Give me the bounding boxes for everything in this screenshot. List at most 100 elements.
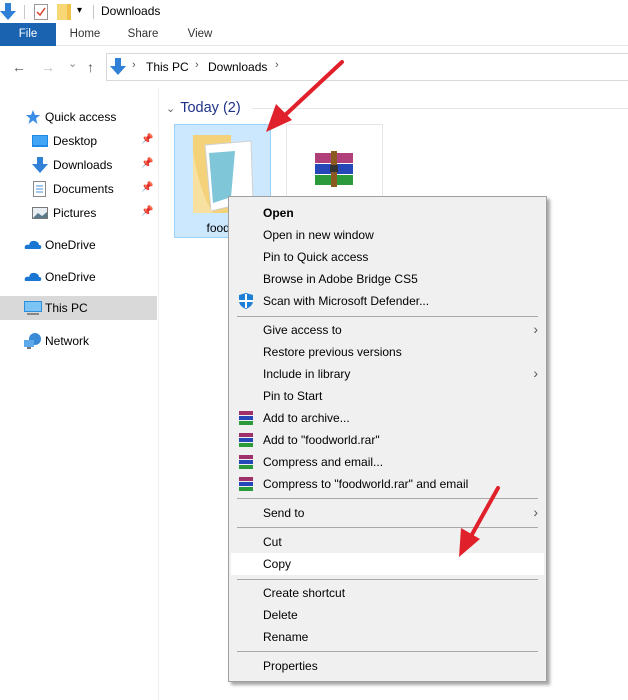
properties-icon[interactable] bbox=[34, 4, 48, 23]
downloads-location-icon bbox=[110, 58, 126, 79]
ribbon-tabs: File Home Share View bbox=[0, 23, 628, 46]
sidebar-item-network[interactable]: Network bbox=[0, 329, 157, 353]
forward-button[interactable]: → bbox=[41, 59, 55, 75]
sidebar-label: Quick access bbox=[45, 110, 117, 124]
menu-item-label: Include in library bbox=[263, 367, 351, 381]
chevron-down-icon[interactable]: ⌄ bbox=[166, 102, 175, 115]
customize-dropdown-icon[interactable]: ▾ bbox=[77, 5, 82, 16]
breadcrumb-separator[interactable]: › bbox=[275, 59, 279, 71]
sidebar-item-this-pc[interactable]: This PC bbox=[0, 296, 157, 320]
documents-icon bbox=[33, 181, 49, 197]
breadcrumb-this-pc[interactable]: This PC bbox=[146, 60, 189, 74]
menu-item-label: Open bbox=[263, 206, 294, 220]
menu-item-add-archive[interactable]: Add to archive... bbox=[231, 407, 544, 429]
menu-item-pin-start[interactable]: Pin to Start bbox=[231, 385, 544, 407]
breadcrumb-separator[interactable]: › bbox=[195, 59, 199, 71]
menu-separator bbox=[237, 651, 538, 652]
winrar-archive-icon bbox=[313, 151, 357, 190]
chevron-right-icon: › bbox=[533, 504, 538, 520]
up-button[interactable]: ↑ bbox=[87, 59, 94, 75]
menu-item-label: Add to "foodworld.rar" bbox=[263, 433, 380, 447]
menu-item-label: Delete bbox=[263, 608, 298, 622]
menu-item-compress-email[interactable]: Compress and email... bbox=[231, 451, 544, 473]
pin-icon: 📌 bbox=[141, 158, 154, 169]
sidebar-label: OneDrive bbox=[45, 238, 96, 252]
menu-item-pin-quick-access[interactable]: Pin to Quick access bbox=[231, 246, 544, 268]
pin-icon: 📌 bbox=[141, 134, 154, 145]
menu-item-rename[interactable]: Rename bbox=[231, 626, 544, 648]
sidebar-item-onedrive-2[interactable]: OneDrive bbox=[0, 265, 157, 289]
tab-file[interactable]: File bbox=[0, 23, 56, 46]
menu-item-send-to[interactable]: Send to › bbox=[231, 502, 544, 524]
menu-separator bbox=[237, 579, 538, 580]
breadcrumb-separator[interactable]: › bbox=[132, 59, 136, 71]
window-title: Downloads bbox=[101, 4, 161, 18]
sidebar-item-quick-access[interactable]: Quick access bbox=[0, 105, 157, 129]
network-icon bbox=[24, 333, 41, 349]
onedrive-icon bbox=[24, 269, 42, 285]
pictures-icon bbox=[32, 205, 48, 221]
winrar-icon bbox=[238, 432, 254, 448]
menu-item-give-access[interactable]: Give access to › bbox=[231, 319, 544, 341]
menu-item-label: Give access to bbox=[263, 323, 342, 337]
tab-home[interactable]: Home bbox=[62, 23, 108, 46]
new-folder-icon[interactable] bbox=[57, 4, 71, 23]
menu-item-label: Browse in Adobe Bridge CS5 bbox=[263, 272, 418, 286]
sidebar-label: This PC bbox=[45, 301, 88, 315]
navigation-pane: Quick access Desktop 📌 Downloads 📌 Docum… bbox=[0, 96, 157, 700]
sidebar-label: Pictures bbox=[53, 206, 97, 220]
winrar-icon bbox=[238, 410, 254, 426]
winrar-icon bbox=[238, 476, 254, 492]
group-divider bbox=[252, 108, 628, 109]
toolbar-divider bbox=[93, 5, 94, 19]
menu-item-label: Add to archive... bbox=[263, 411, 350, 425]
menu-item-label: Create shortcut bbox=[263, 586, 346, 600]
menu-item-add-foodworld-rar[interactable]: Add to "foodworld.rar" bbox=[231, 429, 544, 451]
menu-item-adobe-bridge[interactable]: Browse in Adobe Bridge CS5 bbox=[231, 268, 544, 290]
menu-item-delete[interactable]: Delete bbox=[231, 604, 544, 626]
address-bar[interactable]: › This PC › Downloads › bbox=[106, 53, 628, 81]
menu-item-open-new-window[interactable]: Open in new window bbox=[231, 224, 544, 246]
sidebar-label: OneDrive bbox=[45, 270, 96, 284]
sidebar-label: Desktop bbox=[53, 134, 98, 148]
menu-item-copy[interactable]: Copy bbox=[231, 553, 544, 575]
menu-separator bbox=[237, 527, 538, 528]
menu-item-include-library[interactable]: Include in library › bbox=[231, 363, 544, 385]
sidebar-item-pictures[interactable]: Pictures 📌 bbox=[0, 201, 157, 225]
sidebar-item-desktop[interactable]: Desktop 📌 bbox=[0, 129, 157, 153]
winrar-icon bbox=[238, 454, 254, 470]
sidebar-label: Network bbox=[45, 334, 90, 348]
menu-item-label: Cut bbox=[263, 535, 282, 549]
context-menu: Open Open in new window Pin to Quick acc… bbox=[228, 196, 547, 682]
breadcrumb-downloads[interactable]: Downloads bbox=[208, 60, 267, 74]
sidebar-item-downloads[interactable]: Downloads 📌 bbox=[0, 153, 157, 177]
sidebar-item-documents[interactable]: Documents 📌 bbox=[0, 177, 157, 201]
menu-item-label: Scan with Microsoft Defender... bbox=[263, 294, 430, 308]
menu-item-create-shortcut[interactable]: Create shortcut bbox=[231, 582, 544, 604]
menu-item-restore-versions[interactable]: Restore previous versions bbox=[231, 341, 544, 363]
menu-item-label: Pin to Quick access bbox=[263, 250, 369, 264]
back-button[interactable]: ← bbox=[12, 59, 26, 75]
pin-icon: 📌 bbox=[141, 182, 154, 193]
menu-separator bbox=[237, 316, 538, 317]
pin-icon: 📌 bbox=[141, 206, 154, 217]
menu-item-properties[interactable]: Properties bbox=[231, 655, 544, 677]
downloads-icon[interactable] bbox=[0, 3, 16, 24]
group-header-today[interactable]: ⌄ Today (2) bbox=[166, 98, 241, 118]
chevron-right-icon: › bbox=[533, 321, 538, 337]
menu-item-scan-defender[interactable]: Scan with Microsoft Defender... bbox=[231, 290, 544, 312]
sidebar-label: Documents bbox=[53, 182, 114, 196]
menu-item-label: Copy bbox=[263, 557, 292, 571]
defender-shield-icon bbox=[238, 293, 254, 309]
menu-item-compress-rar-email[interactable]: Compress to "foodworld.rar" and email bbox=[231, 473, 544, 495]
recent-locations-button[interactable]: ⌄ bbox=[68, 57, 77, 70]
sidebar-item-onedrive[interactable]: OneDrive bbox=[0, 233, 157, 257]
menu-item-open[interactable]: Open bbox=[231, 202, 544, 224]
chevron-right-icon: › bbox=[533, 365, 538, 381]
group-title: Today (2) bbox=[180, 100, 241, 116]
tab-view[interactable]: View bbox=[178, 23, 222, 46]
menu-item-label: Compress to "foodworld.rar" and email bbox=[263, 477, 469, 491]
menu-item-cut[interactable]: Cut bbox=[231, 531, 544, 553]
pane-divider[interactable] bbox=[158, 88, 159, 700]
tab-share[interactable]: Share bbox=[120, 23, 166, 46]
